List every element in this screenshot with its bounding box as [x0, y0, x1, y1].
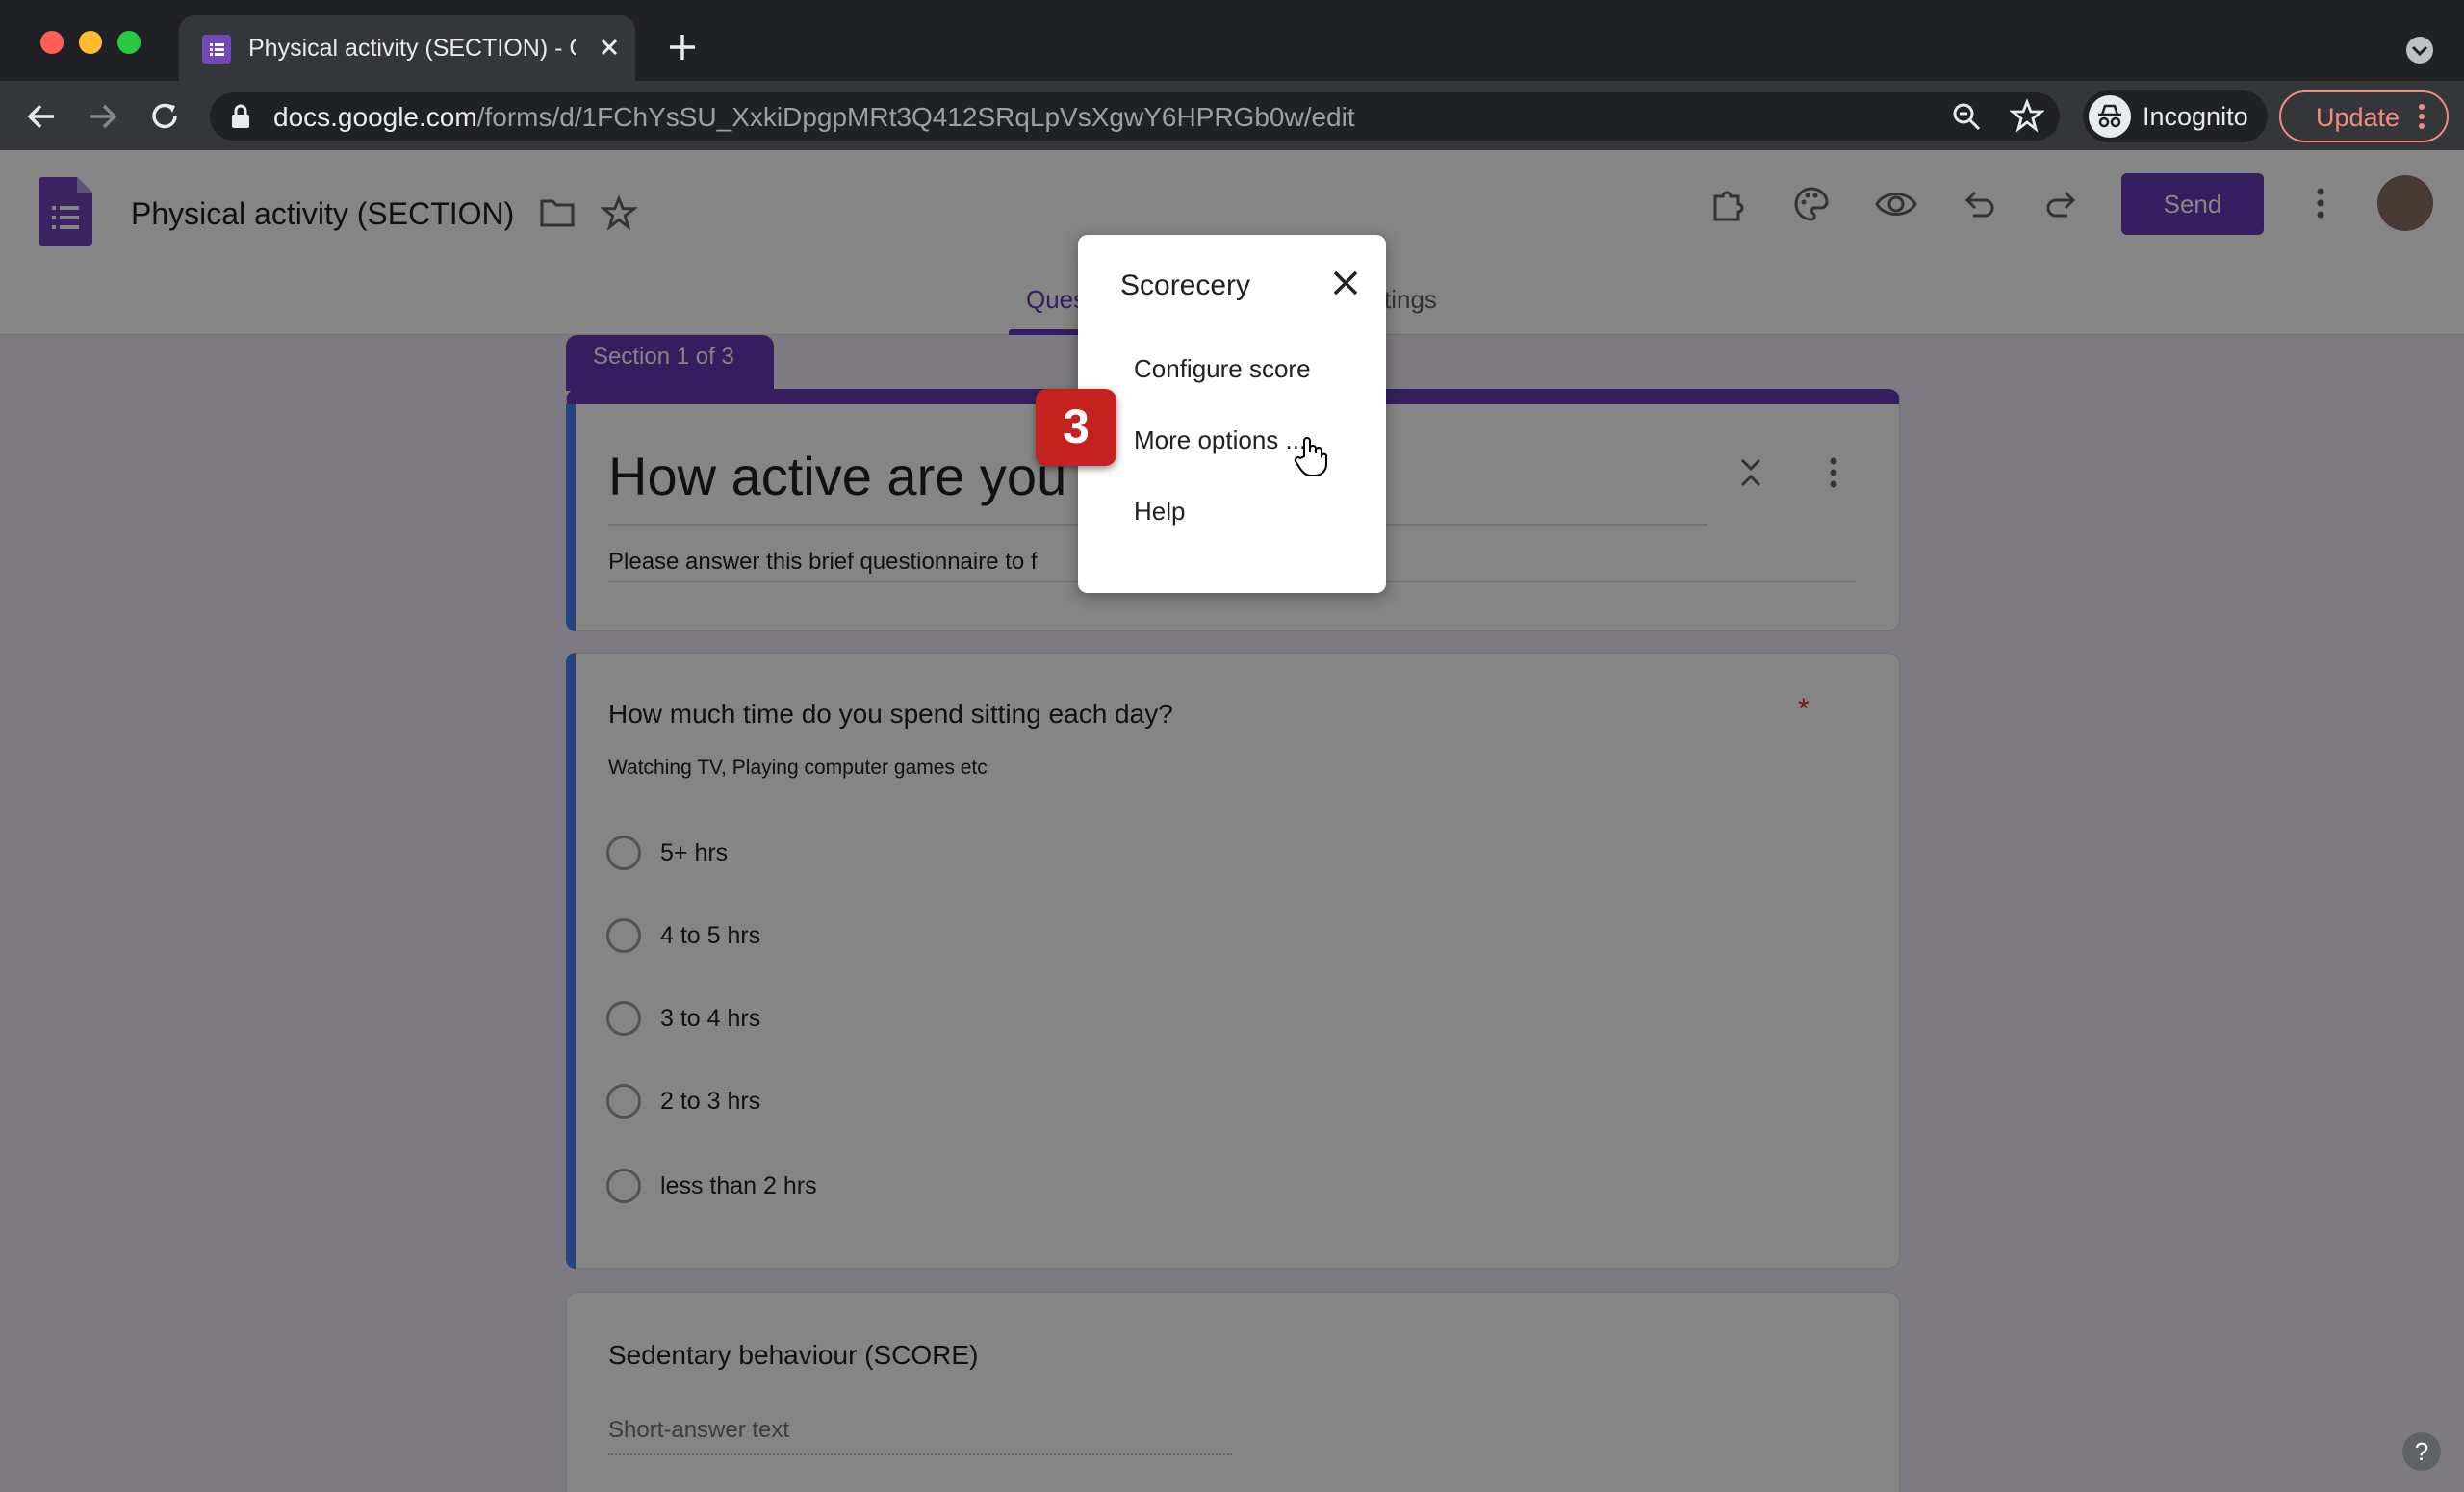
close-tab-icon[interactable]	[595, 33, 624, 66]
tab-search-icon[interactable]	[2402, 33, 2437, 72]
scorecery-addon-menu: Scorecery Configure score More options .…	[1078, 235, 1386, 593]
maximize-window-button[interactable]	[117, 31, 141, 54]
new-tab-icon[interactable]	[666, 31, 699, 68]
incognito-label: Incognito	[2143, 102, 2248, 131]
forward-icon[interactable]	[85, 98, 121, 140]
menu-item-more-options[interactable]: More options ...	[1134, 425, 1306, 455]
lock-icon	[229, 104, 252, 134]
address-bar[interactable]: docs.google.com/forms/d/1FChYsSU_XxkiDpg…	[210, 92, 2060, 141]
forms-favicon-icon	[202, 35, 231, 64]
browser-tab[interactable]: Physical activity (SECTION) - G	[179, 15, 635, 81]
zoom-icon[interactable]	[1950, 100, 1983, 138]
incognito-indicator[interactable]: Incognito	[2083, 90, 2268, 142]
browser-menu-icon[interactable]	[2416, 102, 2427, 136]
bookmark-star-icon[interactable]	[2008, 98, 2046, 138]
addon-menu-title: Scorecery	[1120, 270, 1251, 301]
screen: Physical activity (SECTION) - G docs.goo…	[0, 0, 2464, 1492]
menu-item-help[interactable]: Help	[1134, 497, 1185, 527]
step-number-badge: 3	[1036, 389, 1116, 466]
help-button[interactable]: ?	[2402, 1432, 2441, 1471]
update-label: Update	[2316, 103, 2400, 132]
update-button[interactable]: Update	[2279, 90, 2449, 142]
hand-pointer-cursor-icon	[1294, 435, 1328, 482]
url-path: /forms/d/1FChYsSU_XxkiDpgpMRt3Q412SRqLpV…	[476, 102, 1355, 132]
close-icon[interactable]	[1330, 268, 1361, 303]
url-text: docs.google.com/forms/d/1FChYsSU_XxkiDpg…	[273, 102, 1355, 133]
reload-icon[interactable]	[146, 98, 183, 140]
menu-item-configure-score[interactable]: Configure score	[1134, 354, 1311, 384]
back-icon[interactable]	[23, 98, 60, 140]
close-window-button[interactable]	[40, 31, 64, 54]
tab-title: Physical activity (SECTION) - G	[248, 35, 576, 62]
minimize-window-button[interactable]	[79, 31, 102, 54]
incognito-icon	[2089, 95, 2131, 138]
url-host: docs.google.com	[273, 102, 477, 132]
